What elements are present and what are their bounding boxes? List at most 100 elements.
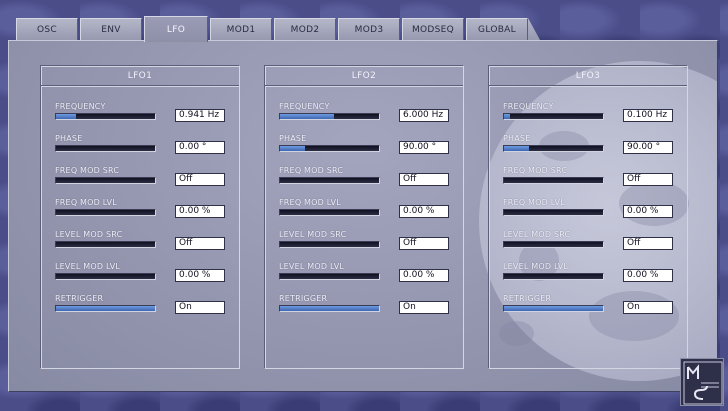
param-phase: PHASE 90.00 ° <box>489 134 689 158</box>
param-level-mod-lvl: LEVEL MOD LVL 0.00 % <box>489 262 689 286</box>
param-label: FREQ MOD LVL <box>55 198 117 207</box>
param-frequency: FREQUENCY 0.100 Hz <box>489 102 689 126</box>
retrigger-slider[interactable] <box>279 305 380 312</box>
param-freq-mod-src: FREQ MOD SRC Off <box>489 166 689 190</box>
slider-fill <box>280 146 305 151</box>
level-mod-src-value-field[interactable]: Off <box>399 237 449 250</box>
slider-fill <box>504 146 529 151</box>
param-label: LEVEL MOD LVL <box>503 262 569 271</box>
param-level-mod-lvl: LEVEL MOD LVL 0.00 % <box>41 262 241 286</box>
frequency-slider[interactable] <box>503 113 604 120</box>
phase-value-field[interactable]: 90.00 ° <box>399 141 449 154</box>
retrigger-value-field[interactable]: On <box>175 301 225 314</box>
param-freq-mod-src: FREQ MOD SRC Off <box>265 166 465 190</box>
param-label: LEVEL MOD SRC <box>279 230 347 239</box>
param-level-mod-src: LEVEL MOD SRC Off <box>489 230 689 254</box>
freq-mod-lvl-value-field[interactable]: 0.00 % <box>175 205 225 218</box>
param-retrigger: RETRIGGER On <box>489 294 689 318</box>
param-level-mod-src: LEVEL MOD SRC Off <box>41 230 241 254</box>
param-frequency: FREQUENCY 6.000 Hz <box>265 102 465 126</box>
slider-fill <box>504 306 603 311</box>
level-mod-lvl-slider[interactable] <box>503 273 604 280</box>
freq-mod-src-value-field[interactable]: Off <box>623 173 673 186</box>
param-label: FREQ MOD SRC <box>503 166 568 175</box>
phase-value-field[interactable]: 90.00 ° <box>623 141 673 154</box>
frequency-value-field[interactable]: 0.941 Hz <box>175 109 225 122</box>
freq-mod-lvl-value-field[interactable]: 0.00 % <box>623 205 673 218</box>
freq-mod-lvl-slider[interactable] <box>55 209 156 216</box>
frequency-value-field[interactable]: 6.000 Hz <box>399 109 449 122</box>
retrigger-slider[interactable] <box>503 305 604 312</box>
param-label: RETRIGGER <box>279 294 328 303</box>
param-retrigger: RETRIGGER On <box>265 294 465 318</box>
tab-osc[interactable]: OSC <box>16 18 78 40</box>
param-label: FREQ MOD SRC <box>55 166 120 175</box>
slider-fill <box>56 306 155 311</box>
retrigger-value-field[interactable]: On <box>623 301 673 314</box>
freq-mod-src-value-field[interactable]: Off <box>399 173 449 186</box>
freq-mod-lvl-slider[interactable] <box>279 209 380 216</box>
lfo-panel-1: LFO1 FREQUENCY 0.941 Hz PHASE 0.00 ° FREQ MOD… <box>40 65 240 369</box>
tab-modseq[interactable]: MODSEQ <box>402 18 464 40</box>
param-level-mod-lvl: LEVEL MOD LVL 0.00 % <box>265 262 465 286</box>
level-mod-src-slider[interactable] <box>279 241 380 248</box>
freq-mod-src-slider[interactable] <box>55 177 156 184</box>
level-mod-src-slider[interactable] <box>503 241 604 248</box>
tab-env[interactable]: ENV <box>80 18 142 40</box>
level-mod-src-value-field[interactable]: Off <box>175 237 225 250</box>
freq-mod-lvl-slider[interactable] <box>503 209 604 216</box>
retrigger-slider[interactable] <box>55 305 156 312</box>
level-mod-lvl-value-field[interactable]: 0.00 % <box>175 269 225 282</box>
level-mod-lvl-value-field[interactable]: 0.00 % <box>399 269 449 282</box>
lfo-panel-title: LFO1 <box>41 66 239 86</box>
level-mod-src-value-field[interactable]: Off <box>623 237 673 250</box>
slider-fill <box>280 306 379 311</box>
phase-slider[interactable] <box>503 145 604 152</box>
level-mod-lvl-slider[interactable] <box>55 273 156 280</box>
retrigger-value-field[interactable]: On <box>399 301 449 314</box>
param-freq-mod-lvl: FREQ MOD LVL 0.00 % <box>265 198 465 222</box>
tab-lfo[interactable]: LFO <box>144 16 208 42</box>
freq-mod-lvl-value-field[interactable]: 0.00 % <box>399 205 449 218</box>
param-label: PHASE <box>503 134 531 143</box>
param-label: LEVEL MOD SRC <box>503 230 571 239</box>
lfo-panel-2: LFO2 FREQUENCY 6.000 Hz PHASE 90.00 ° FREQ MO… <box>264 65 464 369</box>
param-freq-mod-src: FREQ MOD SRC Off <box>41 166 241 190</box>
frequency-slider[interactable] <box>55 113 156 120</box>
lfo-page: LFO1 FREQUENCY 0.941 Hz PHASE 0.00 ° FREQ MOD… <box>8 40 718 392</box>
lfo-panel-title: LFO2 <box>265 66 463 86</box>
param-label: PHASE <box>55 134 83 143</box>
tab-mod1[interactable]: MOD1 <box>210 18 272 40</box>
tab-mod2[interactable]: MOD2 <box>274 18 336 40</box>
tab-global[interactable]: GLOBAL <box>466 18 528 40</box>
param-label: LEVEL MOD SRC <box>55 230 123 239</box>
param-label: FREQUENCY <box>279 102 330 111</box>
param-label: RETRIGGER <box>503 294 552 303</box>
level-mod-src-slider[interactable] <box>55 241 156 248</box>
phase-value-field[interactable]: 0.00 ° <box>175 141 225 154</box>
frequency-value-field[interactable]: 0.100 Hz <box>623 109 673 122</box>
param-label: FREQ MOD LVL <box>503 198 565 207</box>
param-retrigger: RETRIGGER On <box>41 294 241 318</box>
param-label: LEVEL MOD LVL <box>55 262 121 271</box>
param-label: PHASE <box>279 134 307 143</box>
frequency-slider[interactable] <box>279 113 380 120</box>
phase-slider[interactable] <box>279 145 380 152</box>
param-phase: PHASE 0.00 ° <box>41 134 241 158</box>
phase-slider[interactable] <box>55 145 156 152</box>
param-label: RETRIGGER <box>55 294 104 303</box>
freq-mod-src-value-field[interactable]: Off <box>175 173 225 186</box>
level-mod-lvl-slider[interactable] <box>279 273 380 280</box>
freq-mod-src-slider[interactable] <box>503 177 604 184</box>
tab-mod3[interactable]: MOD3 <box>338 18 400 40</box>
freq-mod-src-slider[interactable] <box>279 177 380 184</box>
slider-fill <box>504 114 510 119</box>
param-level-mod-src: LEVEL MOD SRC Off <box>265 230 465 254</box>
param-freq-mod-lvl: FREQ MOD LVL 0.00 % <box>41 198 241 222</box>
param-label: FREQUENCY <box>55 102 106 111</box>
tab-bar-edge <box>528 18 540 40</box>
tab-bar: OSC ENV LFO MOD1 MOD2 MOD3 MODSEQ GLOBAL <box>0 0 728 42</box>
param-label: LEVEL MOD LVL <box>279 262 345 271</box>
param-label: FREQ MOD SRC <box>279 166 344 175</box>
level-mod-lvl-value-field[interactable]: 0.00 % <box>623 269 673 282</box>
